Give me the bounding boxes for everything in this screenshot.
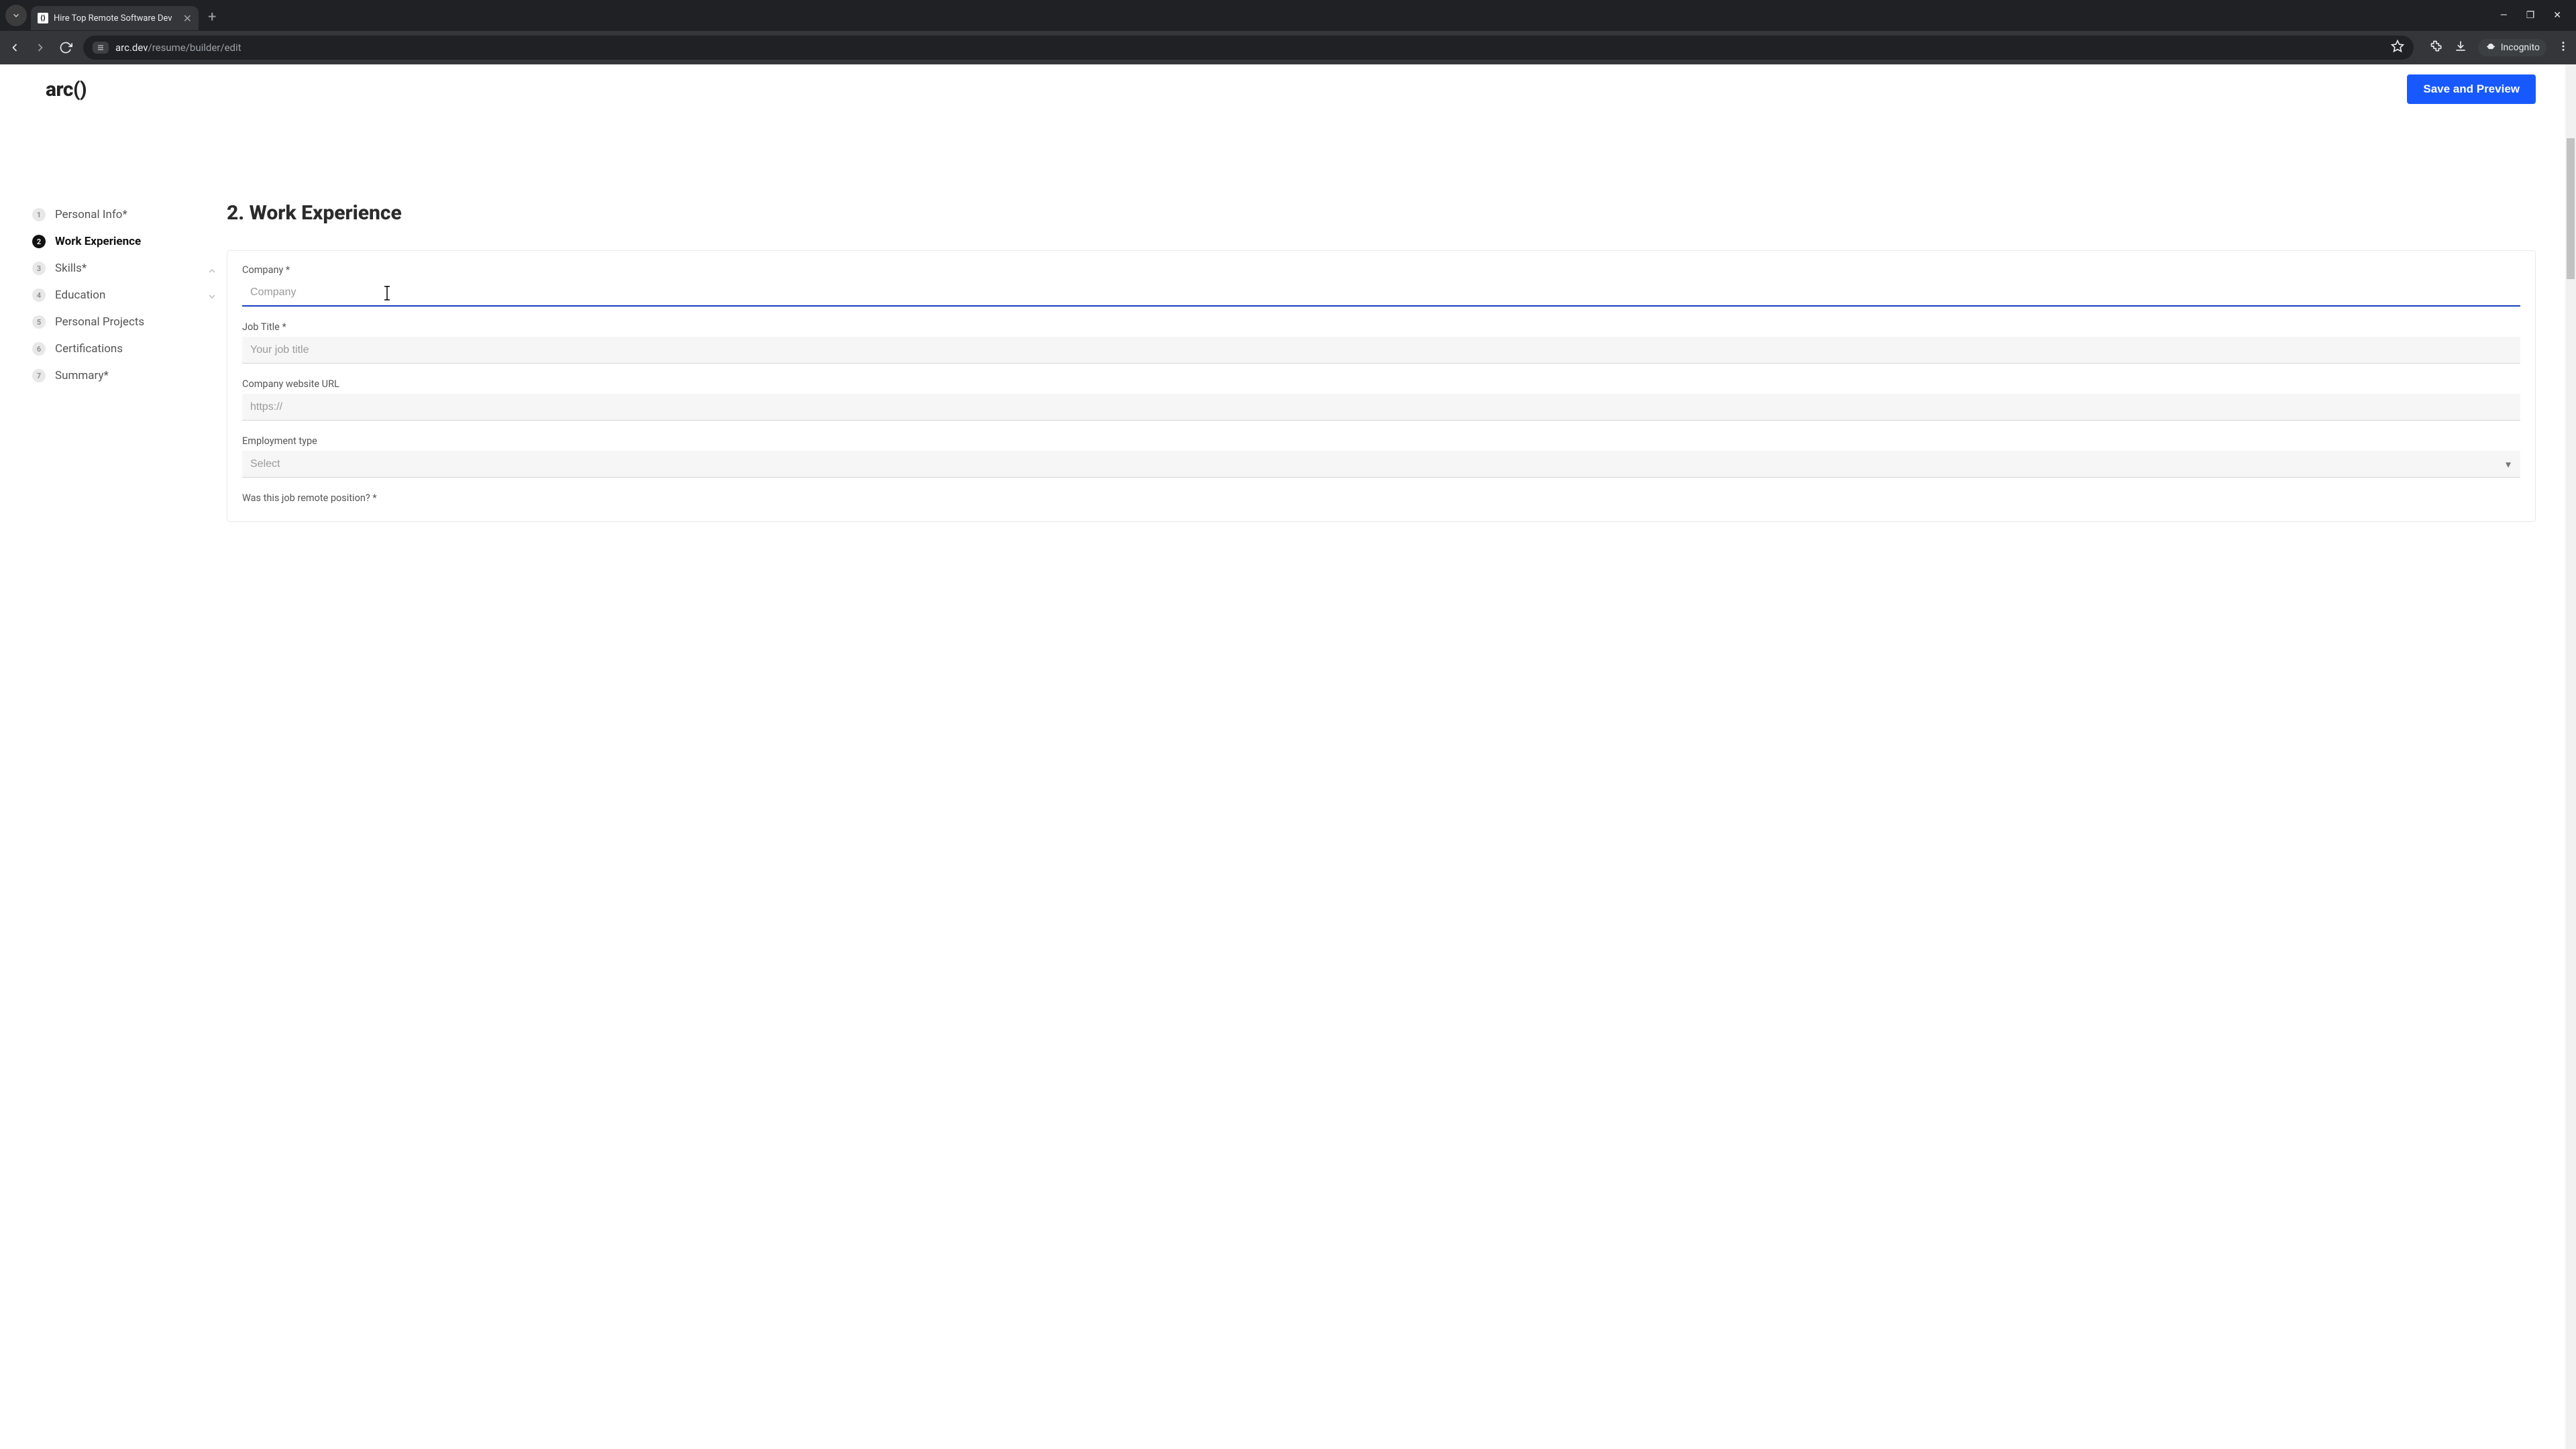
- move-down-button[interactable]: [207, 291, 217, 305]
- reorder-controls: [207, 266, 217, 305]
- employment-type-select[interactable]: [242, 451, 2520, 478]
- job-title-input[interactable]: [242, 337, 2520, 364]
- employment-type-label: Employment type: [242, 435, 2520, 447]
- save-preview-button[interactable]: Save and Preview: [2407, 74, 2536, 104]
- scrollbar-thumb[interactable]: [2567, 138, 2575, 279]
- step-label: Summary*: [55, 369, 109, 382]
- tab-favicon: ⟨⟩: [38, 13, 48, 23]
- field-remote-question: Was this job remote position? *: [242, 492, 2520, 504]
- tab-close-button[interactable]: ✕: [183, 12, 192, 25]
- window-controls: — ❐ ✕: [2500, 10, 2571, 21]
- browser-tab[interactable]: ⟨⟩ Hire Top Remote Software Dev ✕: [31, 6, 199, 30]
- page-scrollbar[interactable]: [2565, 64, 2576, 1449]
- move-up-button[interactable]: [207, 266, 217, 279]
- company-label: Company *: [242, 264, 2520, 276]
- step-label: Education: [55, 288, 105, 302]
- website-label: Company website URL: [242, 378, 2520, 390]
- sidebar-step-certifications[interactable]: 6 Certifications: [32, 335, 207, 362]
- step-label: Personal Info*: [55, 208, 127, 221]
- page-content: 1 Personal Info* 2 Work Experience 3 Ski…: [0, 114, 2576, 522]
- sidebar-step-skills[interactable]: 3 Skills*: [32, 255, 207, 282]
- steps-sidebar: 1 Personal Info* 2 Work Experience 3 Ski…: [32, 201, 207, 522]
- arrow-right-icon: [34, 41, 47, 54]
- browser-menu-button[interactable]: [2557, 40, 2569, 55]
- field-employment-type: Employment type ▾: [242, 435, 2520, 478]
- chevron-down-icon: [11, 11, 21, 20]
- field-company-website: Company website URL: [242, 378, 2520, 421]
- field-job-title: Job Title *: [242, 321, 2520, 364]
- url-text: arc.dev/resume/builder/edit: [115, 42, 241, 54]
- step-number: 3: [32, 262, 46, 275]
- tune-icon: [97, 44, 105, 52]
- star-icon: [2391, 40, 2404, 53]
- sidebar-step-personal-projects[interactable]: 5 Personal Projects: [32, 309, 207, 335]
- tab-search-button[interactable]: [5, 5, 27, 26]
- incognito-badge[interactable]: Incognito: [2478, 39, 2546, 56]
- arrow-up-icon: [207, 266, 217, 276]
- forward-button[interactable]: [32, 40, 48, 56]
- downloads-button[interactable]: [2454, 40, 2467, 56]
- tab-title: Hire Top Remote Software Dev: [54, 13, 172, 23]
- step-label: Work Experience: [55, 235, 141, 248]
- page-header: arc() Save and Preview: [0, 64, 2576, 114]
- reload-icon: [59, 41, 72, 54]
- step-number: 7: [32, 369, 46, 382]
- sidebar-step-education[interactable]: 4 Education: [32, 282, 207, 309]
- field-company: Company *: [242, 264, 2520, 307]
- experience-card: Company * Job Title * Company website UR…: [227, 250, 2536, 522]
- arrow-down-icon: [207, 291, 217, 302]
- step-number: 2: [32, 235, 46, 248]
- site-info-chip[interactable]: [93, 42, 109, 54]
- sidebar-step-personal-info[interactable]: 1 Personal Info*: [32, 201, 207, 228]
- section-title: 2. Work Experience: [227, 201, 2536, 225]
- close-window-button[interactable]: ✕: [2553, 10, 2561, 21]
- website-input[interactable]: [242, 394, 2520, 421]
- download-icon: [2454, 40, 2467, 53]
- step-number: 5: [32, 315, 46, 329]
- extensions-button[interactable]: [2430, 40, 2443, 56]
- maximize-button[interactable]: ❐: [2526, 10, 2535, 21]
- form-main: 2. Work Experience Company * Job Title *: [227, 201, 2536, 522]
- address-bar[interactable]: arc.dev/resume/builder/edit: [83, 36, 2414, 60]
- job-title-label: Job Title *: [242, 321, 2520, 333]
- step-label: Certifications: [55, 342, 123, 356]
- new-tab-button[interactable]: +: [208, 9, 216, 25]
- step-label: Personal Projects: [55, 315, 144, 329]
- minimize-button[interactable]: —: [2500, 10, 2508, 21]
- page-viewport: arc() Save and Preview 1 Personal Info* …: [0, 64, 2576, 1449]
- back-button[interactable]: [7, 40, 23, 56]
- remote-question-label: Was this job remote position? *: [242, 492, 2520, 504]
- sidebar-step-work-experience[interactable]: 2 Work Experience: [32, 228, 207, 255]
- bookmark-button[interactable]: [2391, 40, 2404, 56]
- step-number: 4: [32, 288, 46, 302]
- sidebar-step-summary[interactable]: 7 Summary*: [32, 362, 207, 389]
- company-input[interactable]: [242, 280, 2520, 307]
- tab-bar: ⟨⟩ Hire Top Remote Software Dev ✕ + — ❐ …: [0, 0, 2576, 31]
- reload-button[interactable]: [58, 40, 74, 56]
- step-label: Skills*: [55, 262, 87, 275]
- step-number: 1: [32, 208, 46, 221]
- arrow-left-icon: [8, 41, 21, 54]
- kebab-icon: [2557, 40, 2569, 52]
- puzzle-icon: [2430, 40, 2443, 53]
- browser-chrome: ⟨⟩ Hire Top Remote Software Dev ✕ + — ❐ …: [0, 0, 2576, 64]
- step-number: 6: [32, 342, 46, 356]
- incognito-icon: [2485, 42, 2497, 54]
- arc-logo[interactable]: arc(): [46, 78, 87, 101]
- browser-toolbar: arc.dev/resume/builder/edit Incognito: [0, 31, 2576, 64]
